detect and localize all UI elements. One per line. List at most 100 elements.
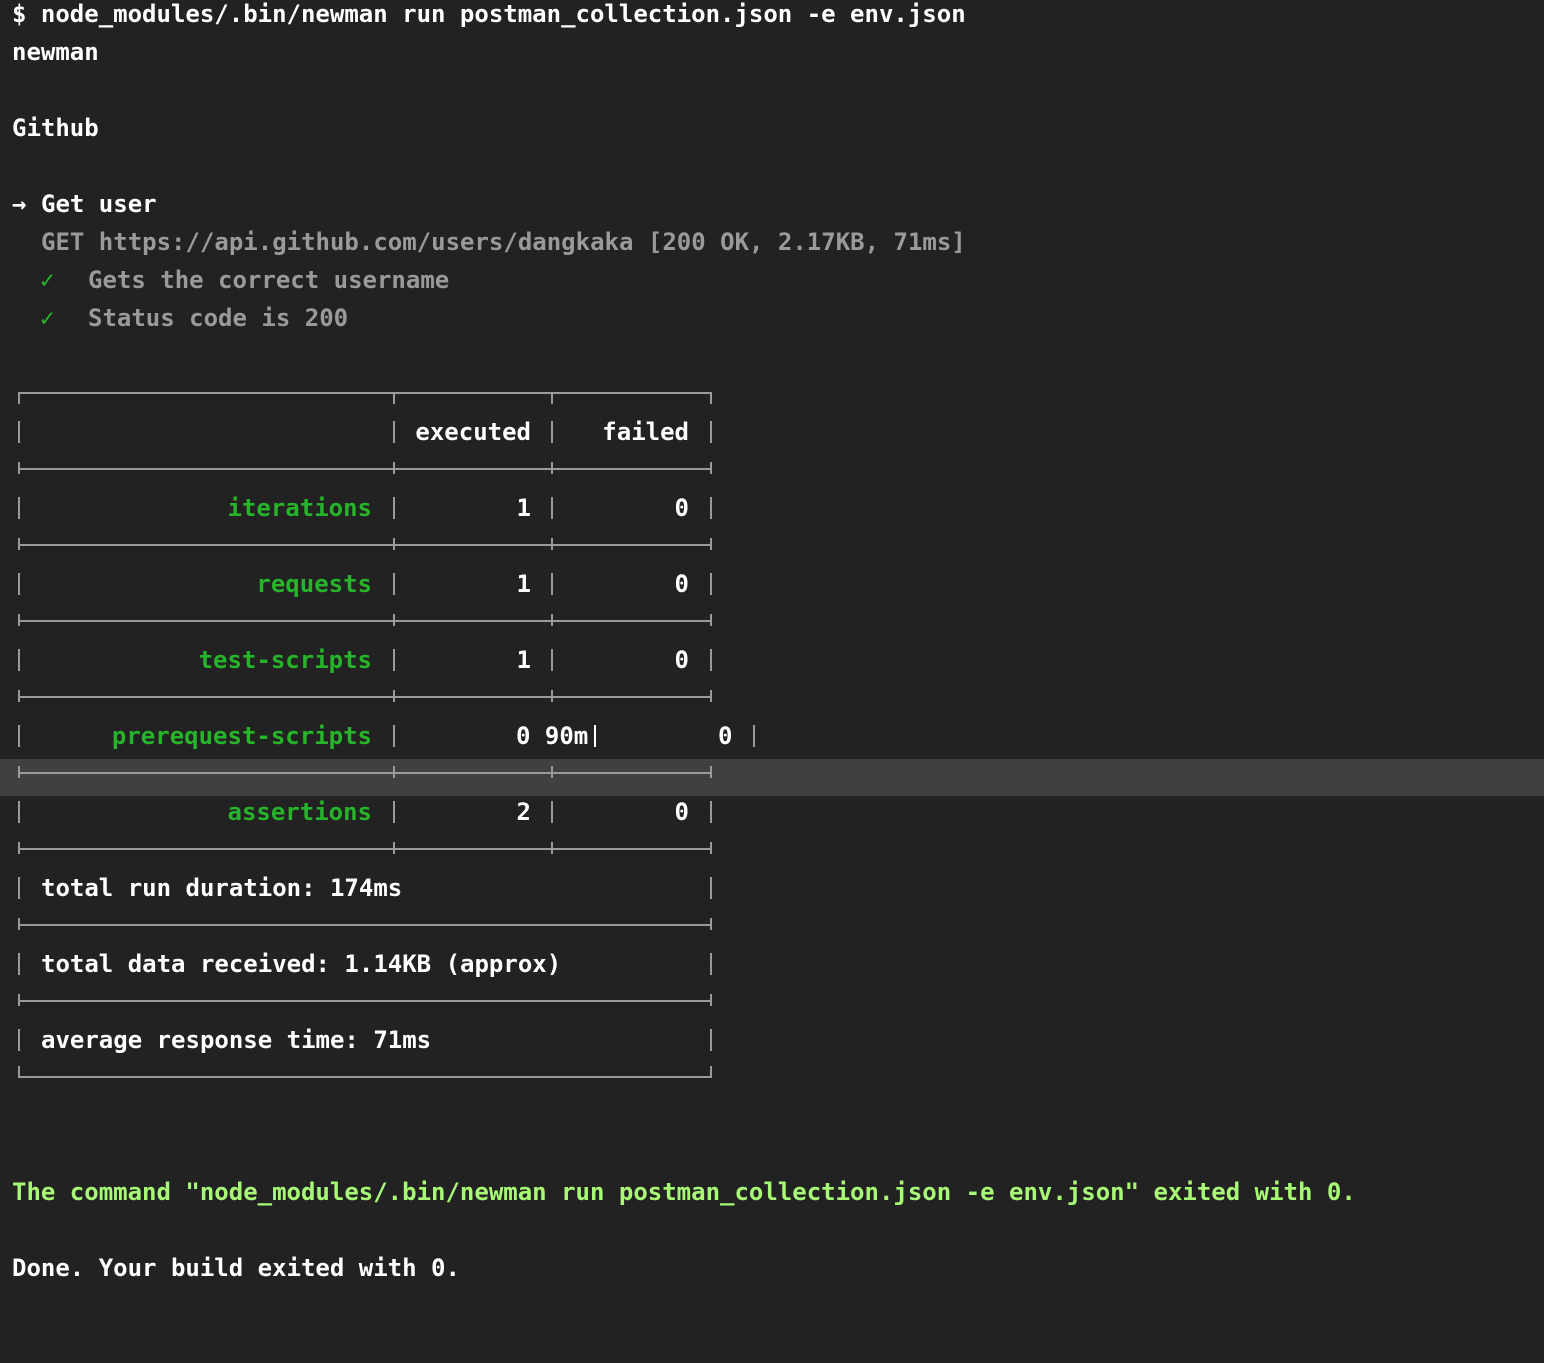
table-joint [710, 842, 712, 854]
table-bar [18, 573, 20, 595]
header-executed: executed [415, 418, 531, 446]
arrow-icon: → [12, 190, 27, 218]
done-message: Done. Your build exited with 0. [12, 1254, 460, 1282]
table-joint [551, 538, 553, 550]
test-result-1: ✓ Gets the correct username [0, 261, 1544, 299]
table-bar [393, 649, 395, 671]
table-bar [393, 725, 395, 747]
table-bar [551, 497, 553, 519]
command-line: $ node_modules/.bin/newman run postman_c… [0, 0, 1544, 33]
table-bar [551, 649, 553, 671]
table-bar [710, 953, 712, 975]
table-joint [18, 392, 20, 404]
table-joint [551, 842, 553, 854]
table-bar [710, 421, 712, 443]
table-joint [710, 766, 712, 778]
table-joint [393, 462, 395, 474]
table-joint [551, 766, 553, 778]
table-border-bottom [18, 1076, 712, 1078]
row-failed: 0 [674, 570, 689, 598]
table-joint [551, 690, 553, 702]
command-text: $ node_modules/.bin/newman run postman_c… [12, 0, 966, 28]
table-joint [393, 392, 395, 404]
table-bar [18, 421, 20, 443]
total-run-duration: total run duration: 174ms [41, 874, 403, 902]
row-executed: 1 [516, 646, 531, 674]
total-data-received: total data received: 1.14KB (approx) [41, 950, 562, 978]
row-failed: 0 [718, 722, 733, 750]
table-joint [18, 614, 20, 626]
row-executed: 2 [516, 798, 531, 826]
table-joint [710, 614, 712, 626]
newman-label: newman [12, 38, 99, 66]
table-bar [18, 497, 20, 519]
table-joint [18, 994, 20, 1006]
table-joint [393, 538, 395, 550]
table-divider [18, 468, 712, 470]
row-label: prerequest-scripts [111, 722, 372, 750]
table-joint [393, 766, 395, 778]
table-bar [18, 953, 20, 975]
table-joint [18, 842, 20, 854]
table-bar [710, 877, 712, 899]
row-executed: 1 [516, 570, 531, 598]
collection-name: Github [12, 114, 99, 142]
table-bar [551, 801, 553, 823]
table-joint [393, 690, 395, 702]
highlighted-line [0, 759, 1544, 796]
table-bar [18, 649, 20, 671]
row-failed: 0 [674, 494, 689, 522]
checkmark-icon: ✓ [40, 266, 55, 294]
newman-label-line: newman [0, 33, 1544, 71]
table-joint [393, 842, 395, 854]
exit-message-line: The command "node_modules/.bin/newman ru… [0, 1173, 1544, 1211]
test-label: Gets the correct username [88, 266, 450, 294]
table-bar [393, 497, 395, 519]
table-joint [18, 1066, 20, 1078]
table-divider [18, 696, 712, 698]
table-joint [710, 918, 712, 930]
table-joint [18, 918, 20, 930]
row-label: test-scripts [198, 646, 372, 674]
table-joint [710, 392, 712, 404]
request-detail: GET https://api.github.com/users/dangkak… [41, 228, 966, 256]
table-joint [18, 690, 20, 702]
row-failed: 0 [674, 798, 689, 826]
table-bar [18, 801, 20, 823]
row-failed: 0 [674, 646, 689, 674]
row-executed: 0 90m [516, 722, 589, 750]
table-bar [18, 725, 20, 747]
table-divider [18, 1000, 712, 1002]
exit-message: The command "node_modules/.bin/newman ru… [12, 1178, 1356, 1206]
table-bar [393, 573, 395, 595]
row-executed: 1 [516, 494, 531, 522]
table-bar [393, 421, 395, 443]
table-joint [551, 462, 553, 474]
table-divider [18, 772, 712, 774]
table-divider [18, 848, 712, 850]
header-failed: failed [602, 418, 689, 446]
table-joint [393, 614, 395, 626]
table-joint [710, 538, 712, 550]
table-divider [18, 544, 712, 546]
row-label: assertions [227, 798, 373, 826]
table-bar [710, 497, 712, 519]
table-bar [551, 421, 553, 443]
table-bar [710, 1029, 712, 1051]
table-joint [18, 766, 20, 778]
table-bar [710, 801, 712, 823]
table-bar [551, 573, 553, 595]
table-joint [551, 614, 553, 626]
table-bar [594, 725, 596, 747]
request-line: → Get user [0, 185, 1544, 223]
request-detail-line: GET https://api.github.com/users/dangkak… [0, 223, 1544, 261]
table-divider [18, 924, 712, 926]
table-bar [710, 573, 712, 595]
table-bar [18, 877, 20, 899]
row-label: requests [256, 570, 372, 598]
terminal-window[interactable]: $ node_modules/.bin/newman run postman_c… [0, 0, 1544, 1294]
row-label: iterations [227, 494, 373, 522]
test-label: Status code is 200 [88, 304, 349, 332]
table-bar [393, 801, 395, 823]
table-joint [710, 994, 712, 1006]
